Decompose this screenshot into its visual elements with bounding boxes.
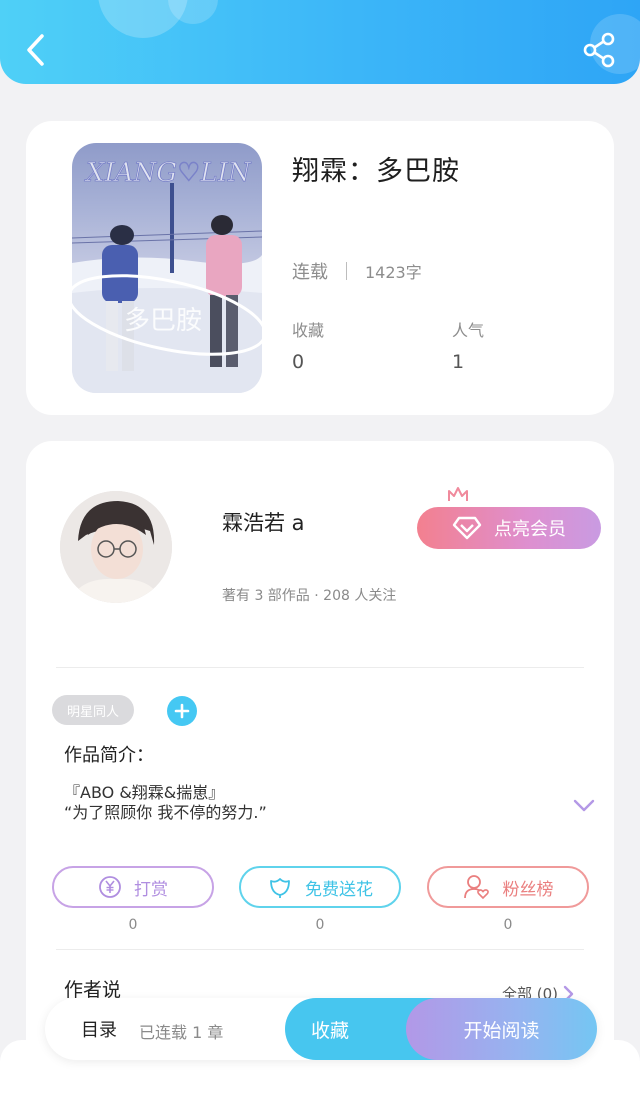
share-button[interactable] xyxy=(580,30,620,70)
start-reading-button[interactable]: 开始阅读 xyxy=(406,998,597,1060)
tip-label: 打赏 xyxy=(134,879,168,900)
serialization-status: 连载 xyxy=(292,262,328,283)
crown-icon xyxy=(448,487,468,501)
send-flower-button[interactable]: 免费送花 xyxy=(239,866,401,908)
favorites-button-label: 收藏 xyxy=(311,1019,350,1042)
flower-icon xyxy=(270,878,290,898)
popularity-value: 1 xyxy=(452,351,465,373)
bottom-action-bar: 目录 已连载 1 章 收藏 开始阅读 xyxy=(45,998,597,1060)
add-tag-button[interactable] xyxy=(167,696,197,726)
favorites-value: 0 xyxy=(292,351,305,373)
author-avatar[interactable] xyxy=(60,491,172,603)
chevron-left-icon xyxy=(27,34,44,66)
cover-title-text: XIANG♡LIN xyxy=(84,158,252,188)
author-meta: 著有 3 部作品 · 208 人关注 xyxy=(222,588,397,604)
chapter-count: 已连载 1 章 xyxy=(139,1023,224,1042)
favorites-label: 收藏 xyxy=(292,321,325,340)
top-header xyxy=(0,0,640,84)
back-button[interactable] xyxy=(18,28,54,72)
section-divider xyxy=(56,667,584,668)
section-divider xyxy=(56,949,584,950)
share-icon xyxy=(583,32,615,68)
book-cover-image[interactable]: XIANG♡LIN 多巴胺 xyxy=(72,143,262,393)
tip-count: 0 xyxy=(128,917,138,933)
send-flower-label: 免费送花 xyxy=(305,879,373,900)
favorites-stat: 收藏 0 xyxy=(292,317,324,373)
start-reading-label: 开始阅读 xyxy=(463,1019,540,1042)
user-heart-icon xyxy=(463,875,489,900)
fan-count: 0 xyxy=(503,917,513,933)
plus-icon xyxy=(174,703,190,719)
book-title: 翔霖：多巴胺 xyxy=(292,156,460,187)
book-status-row: 连载 1423字 xyxy=(292,258,422,284)
table-of-contents-button[interactable]: 目录 xyxy=(81,1016,117,1042)
popularity-stat: 人气 1 xyxy=(452,317,484,373)
fan-ranking-label: 粉丝榜 xyxy=(502,879,554,900)
divider xyxy=(346,262,347,280)
yen-coin-icon xyxy=(99,876,121,898)
tip-button[interactable]: 打赏 xyxy=(52,866,214,908)
intro-heading: 作品简介： xyxy=(64,745,154,766)
member-button[interactable]: 点亮会员 xyxy=(417,507,601,549)
chevron-down-icon[interactable] xyxy=(572,797,596,813)
book-info-card: XIANG♡LIN 多巴胺 翔霖：多巴胺 连载 1423字 收藏 0 人气 1 xyxy=(26,121,614,415)
category-tag[interactable]: 明星同人 xyxy=(52,695,134,725)
popularity-label: 人气 xyxy=(452,321,485,340)
diamond-icon xyxy=(452,516,482,540)
cover-script-text: 多巴胺 xyxy=(124,306,202,336)
author-name[interactable]: 霖浩若 a xyxy=(222,507,305,537)
flower-count: 0 xyxy=(315,917,325,933)
intro-line: “为了照顾你 我不停的努力.” xyxy=(64,803,267,822)
word-count: 1423字 xyxy=(365,263,422,282)
fan-ranking-button[interactable]: 粉丝榜 xyxy=(427,866,589,908)
member-button-label: 点亮会员 xyxy=(494,519,566,540)
